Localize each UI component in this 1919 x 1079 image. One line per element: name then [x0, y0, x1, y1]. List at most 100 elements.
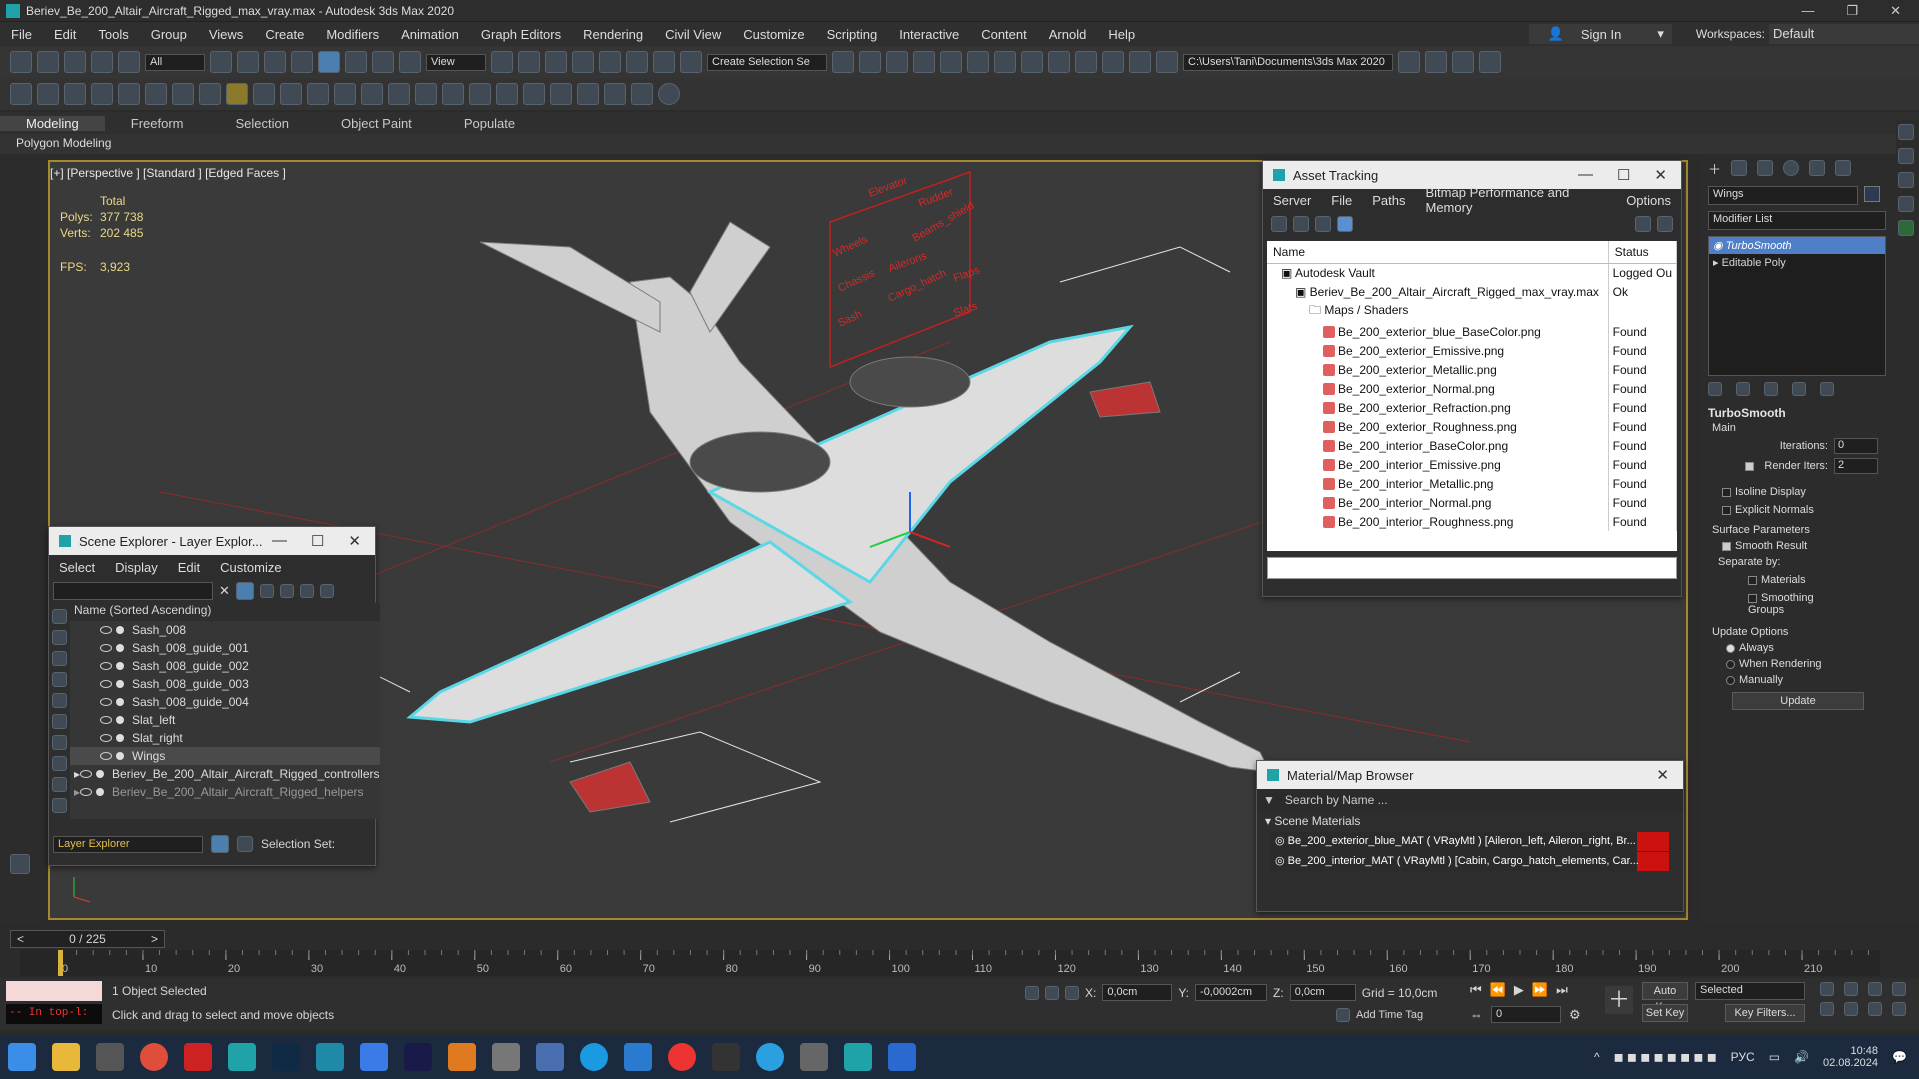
terminal-icon[interactable]	[712, 1043, 740, 1071]
selection-set-icon[interactable]	[237, 836, 253, 852]
app-icon-5[interactable]	[536, 1043, 564, 1071]
rollout-title[interactable]: TurboSmooth	[1708, 406, 1888, 420]
se-menu-customize[interactable]: Customize	[210, 560, 291, 575]
tree-view-icon[interactable]	[1315, 216, 1331, 232]
display-tab-icon[interactable]	[1809, 160, 1826, 176]
time-tag[interactable]: Add Time Tag	[1336, 1008, 1423, 1022]
create-shape-icon[interactable]	[37, 83, 59, 105]
stack-item-turbosmooth[interactable]: ◉ TurboSmooth	[1709, 237, 1885, 254]
smooth-result-checkbox[interactable]	[1722, 541, 1731, 551]
material-item[interactable]: ◎ Be_200_exterior_blue_MAT ( VRayMtl ) […	[1271, 832, 1669, 851]
maximize-viewport-icon[interactable]	[1892, 1002, 1906, 1016]
help-icon[interactable]	[1635, 216, 1651, 232]
render-setup-icon[interactable]	[1048, 51, 1070, 73]
menu-civil-view[interactable]: Civil View	[654, 27, 732, 42]
ref-coord-dropdown[interactable]: View	[426, 53, 486, 71]
align-icon[interactable]	[859, 51, 881, 73]
visibility-eye-icon[interactable]	[100, 644, 112, 652]
at-menu-paths[interactable]: Paths	[1362, 193, 1415, 208]
object-name-field[interactable]: Wings	[1708, 186, 1858, 205]
create-system-icon[interactable]	[145, 83, 167, 105]
selection-lock-icon[interactable]	[1045, 985, 1059, 1000]
add-layer-icon[interactable]	[279, 584, 294, 598]
rig-label-flaps[interactable]: Flaps	[952, 264, 982, 285]
asset-row[interactable]: Be_200_exterior_Normal.png Found	[1267, 379, 1677, 398]
asset-row[interactable]: Be_200_interior_BaseColor.png Found	[1267, 436, 1677, 455]
file-explorer-icon[interactable]	[52, 1043, 80, 1071]
zoom-extents-all-icon[interactable]	[1892, 982, 1906, 996]
clear-search-icon[interactable]: ✕	[219, 583, 230, 599]
bone-filter-icon[interactable]	[52, 798, 67, 813]
prev-key-icon[interactable]: ⏪	[1490, 982, 1506, 998]
vray-metaball-icon[interactable]	[523, 83, 545, 105]
go-to-start-icon[interactable]: ⏮	[1470, 982, 1482, 998]
settings-icon[interactable]	[319, 584, 334, 598]
layer-explorer-icon[interactable]	[886, 51, 908, 73]
visibility-eye-icon[interactable]	[100, 734, 112, 742]
scene-object-row[interactable]: Sash_008	[70, 621, 380, 639]
auto-key-button[interactable]: Auto Key	[1642, 982, 1688, 1013]
asset-path-field[interactable]	[1267, 557, 1677, 579]
vray-sphere-icon[interactable]	[199, 83, 221, 105]
remove-modifier-icon[interactable]	[1792, 382, 1806, 396]
go-to-end-icon[interactable]: ⏭	[1556, 982, 1568, 998]
vray-frame-buffer-icon[interactable]	[550, 83, 572, 105]
group-filter-icon[interactable]	[52, 756, 67, 771]
app-icon-2[interactable]	[316, 1043, 344, 1071]
menu-scripting[interactable]: Scripting	[816, 27, 889, 42]
manipulate-icon[interactable]	[518, 51, 540, 73]
layer-row[interactable]: ▸ Beriev_Be_200_Altair_Aircraft_Rigged_c…	[70, 765, 380, 783]
se-menu-select[interactable]: Select	[49, 560, 105, 575]
scene-object-row[interactable]: Sash_008_guide_003	[70, 675, 380, 693]
pivot-icon[interactable]	[491, 51, 513, 73]
create-helper-icon[interactable]	[118, 83, 140, 105]
scene-object-row[interactable]: Slat_right	[70, 729, 380, 747]
expand-icon[interactable]: ▸	[1713, 257, 1722, 269]
asset-row[interactable]: 🗀 Maps / Shaders	[1267, 301, 1677, 322]
vray-light-icon[interactable]	[172, 83, 194, 105]
explicit-normals-option[interactable]: Explicit Normals	[1722, 504, 1874, 516]
time-slider[interactable]: < 0 / 225 >	[10, 930, 165, 948]
scene-search-field[interactable]	[53, 582, 213, 600]
vray-settings-icon[interactable]	[631, 83, 653, 105]
explorer-type-dropdown[interactable]: Layer Explorer	[53, 835, 203, 853]
create-tab-icon[interactable]: ＋	[1708, 159, 1721, 178]
snaps-toggle-icon[interactable]	[572, 51, 594, 73]
fov-icon[interactable]	[1820, 1002, 1834, 1016]
current-frame-field[interactable]: 0	[1491, 1006, 1561, 1023]
asset-row[interactable]: Be_200_interior_Metallic.png Found	[1267, 474, 1677, 493]
menu-rendering[interactable]: Rendering	[572, 27, 654, 42]
ribbon-tab-modeling[interactable]: Modeling	[0, 115, 105, 131]
scene-object-row[interactable]: Sash_008_guide_002	[70, 657, 380, 675]
menu-help[interactable]: Help	[1097, 27, 1146, 42]
filter-icon[interactable]	[235, 582, 254, 600]
bind-spacewarp-icon[interactable]	[118, 51, 140, 73]
globe-icon[interactable]	[1898, 172, 1914, 188]
smoothing-groups-checkbox[interactable]	[1748, 593, 1757, 603]
vray-render-icon[interactable]	[577, 83, 599, 105]
at-menu-server[interactable]: Server	[1263, 193, 1321, 208]
ribbon-tab-object-paint[interactable]: Object Paint	[315, 116, 438, 131]
window-crossing-icon[interactable]	[291, 51, 313, 73]
workspace-dropdown[interactable]: Default	[1769, 24, 1919, 44]
link-icon[interactable]	[64, 51, 86, 73]
asset-row[interactable]: Be_200_exterior_Metallic.png Found	[1267, 360, 1677, 379]
camera-filter-icon[interactable]	[52, 693, 67, 708]
keyboard-shortcut-icon[interactable]	[545, 51, 567, 73]
utilities-tab-icon[interactable]	[1835, 160, 1852, 176]
project-folder-icon[interactable]	[1398, 51, 1420, 73]
update-rendering-option[interactable]: When Rendering	[1726, 658, 1870, 670]
visibility-eye-icon[interactable]	[80, 788, 93, 796]
ribbon-toggle-icon[interactable]	[940, 51, 962, 73]
smooth-result-option[interactable]: Smooth Result	[1722, 540, 1874, 552]
checker-icon[interactable]	[1898, 124, 1914, 140]
material-item[interactable]: ◎ Be_200_interior_MAT ( VRayMtl ) [Cabin…	[1271, 852, 1669, 871]
menu-animation[interactable]: Animation	[390, 27, 470, 42]
motion-tab-icon[interactable]	[1783, 160, 1800, 176]
se-menu-edit[interactable]: Edit	[168, 560, 210, 575]
menu-views[interactable]: Views	[198, 27, 254, 42]
play-icon[interactable]: ▶	[1514, 982, 1524, 998]
maximize-icon[interactable]: ☐	[311, 532, 324, 550]
rig-label-chassis[interactable]: Chassis	[836, 267, 877, 295]
edit-named-sets-icon[interactable]	[680, 51, 702, 73]
